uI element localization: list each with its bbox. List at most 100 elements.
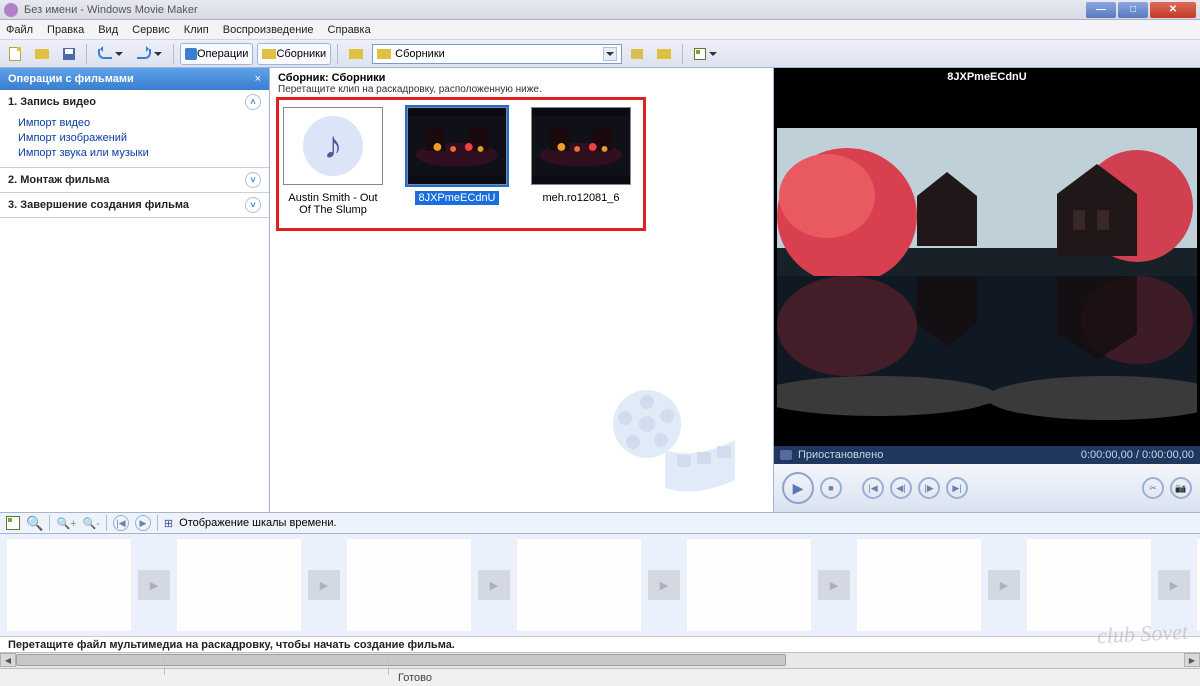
chevron-down-icon — [154, 52, 162, 56]
play-button[interactable]: ▶ — [782, 472, 814, 504]
clip-item-video[interactable]: meh.ro12081_6 — [528, 107, 634, 217]
chevron-down-icon[interactable] — [603, 47, 617, 61]
transition-slot[interactable]: ▶ — [642, 538, 686, 632]
redo-button[interactable] — [132, 43, 167, 65]
save-button[interactable] — [58, 43, 80, 65]
collection-combo[interactable]: Сборники — [372, 44, 622, 64]
status-separator — [388, 657, 389, 675]
task-section-header[interactable]: 3. Завершение создания фильма ˅ — [0, 193, 269, 217]
storyboard-hint: Перетащите файл мультимедиа на раскадров… — [0, 636, 1200, 652]
storyboard-slot[interactable] — [1026, 538, 1152, 632]
maximize-button[interactable]: □ — [1118, 2, 1148, 18]
transition-slot[interactable]: ▶ — [812, 538, 856, 632]
task-section-title: 1. Запись видео — [8, 96, 96, 108]
collections-toggle[interactable]: Сборники — [257, 43, 331, 65]
location-button[interactable] — [344, 43, 368, 65]
next-end-button[interactable]: ▶| — [946, 477, 968, 499]
preview-monitor[interactable] — [774, 86, 1200, 446]
menu-help[interactable]: Справка — [328, 24, 371, 36]
view-button[interactable] — [689, 43, 722, 65]
menu-file[interactable]: Файл — [6, 24, 33, 36]
storyboard-slot[interactable] — [516, 538, 642, 632]
close-button[interactable]: ✕ — [1150, 2, 1196, 18]
chevron-down-icon — [115, 52, 123, 56]
prev-frame-button[interactable]: ◀| — [890, 477, 912, 499]
tasks-label: Операции — [197, 48, 248, 60]
clip-item-audio[interactable]: ♪ Austin Smith - Out Of The Slump — [280, 107, 386, 217]
scroll-left-button[interactable]: ◀ — [0, 653, 16, 667]
app-icon — [4, 3, 18, 17]
expand-icon[interactable]: ˅ — [245, 172, 261, 188]
rewind-icon[interactable]: |◀ — [113, 515, 129, 531]
storyboard-slot[interactable] — [346, 538, 472, 632]
new-button[interactable] — [4, 43, 26, 65]
play-icon: ▶ — [478, 570, 510, 600]
zoom-in-icon[interactable]: 🔍+ — [56, 517, 76, 530]
collection-body[interactable]: ♪ Austin Smith - Out Of The Slump 8JXPme… — [270, 97, 773, 512]
new-folder-button[interactable] — [652, 43, 676, 65]
next-frame-button[interactable]: |▶ — [918, 477, 940, 499]
collections-label: Сборники — [276, 48, 326, 60]
scroll-right-button[interactable]: ▶ — [1184, 653, 1200, 667]
task-section-header[interactable]: 1. Запись видео ˄ — [0, 90, 269, 114]
menubar: Файл Правка Вид Сервис Клип Воспроизведе… — [0, 20, 1200, 40]
transition-slot[interactable]: ▶ — [302, 538, 346, 632]
storyboard[interactable]: ▶ ▶ ▶ ▶ ▶ ▶ ▶ — [0, 534, 1200, 636]
prev-start-button[interactable]: |◀ — [862, 477, 884, 499]
music-note-icon: ♪ — [303, 116, 363, 176]
clip-label: meh.ro12081_6 — [528, 191, 634, 205]
storyboard-slot[interactable] — [1196, 538, 1200, 632]
collapse-icon[interactable]: ˄ — [245, 94, 261, 110]
tasks-toggle[interactable]: Операции — [180, 43, 253, 65]
storyboard-slot[interactable] — [856, 538, 982, 632]
preview-title: 8JXPmeECdnU — [774, 68, 1200, 86]
menu-edit[interactable]: Правка — [47, 24, 84, 36]
play-icon: ▶ — [308, 570, 340, 600]
open-button[interactable] — [30, 43, 54, 65]
clip-item-video[interactable]: 8JXPmeECdnU — [404, 107, 510, 217]
preview-time: 0:00:00,00 / 0:00:00,00 — [1081, 449, 1194, 461]
clip-list: ♪ Austin Smith - Out Of The Slump 8JXPme… — [276, 103, 767, 221]
menu-play[interactable]: Воспроизведение — [223, 24, 314, 36]
titlebar: Без имени - Windows Movie Maker — □ ✕ — [0, 0, 1200, 20]
transition-slot[interactable]: ▶ — [1152, 538, 1196, 632]
search-icon[interactable]: 🔍 — [26, 515, 43, 532]
split-button[interactable]: ✂ — [1142, 477, 1164, 499]
up-level-button[interactable] — [626, 43, 648, 65]
expand-icon[interactable]: ˅ — [245, 197, 261, 213]
play-timeline-icon[interactable]: ▶ — [135, 515, 151, 531]
storyboard-view-icon[interactable] — [6, 516, 20, 530]
chevron-down-icon — [709, 52, 717, 56]
minimize-button[interactable]: — — [1086, 2, 1116, 18]
statusbar: Готово — [0, 668, 1200, 686]
preview-controls: ▶ ■ |◀ ◀| |▶ ▶| ✂ 📷 — [774, 464, 1200, 512]
transition-slot[interactable]: ▶ — [132, 538, 176, 632]
play-icon: ▶ — [1158, 570, 1190, 600]
link-import-images[interactable]: Импорт изображений — [18, 131, 261, 146]
undo-button[interactable] — [93, 43, 128, 65]
menu-clip[interactable]: Клип — [184, 24, 209, 36]
snapshot-button[interactable]: 📷 — [1170, 477, 1192, 499]
play-icon: ▶ — [988, 570, 1020, 600]
menu-tools[interactable]: Сервис — [132, 24, 170, 36]
task-section-header[interactable]: 2. Монтаж фильма ˅ — [0, 168, 269, 192]
transition-slot[interactable]: ▶ — [982, 538, 1026, 632]
transition-slot[interactable]: ▶ — [472, 538, 516, 632]
new-icon — [9, 47, 21, 61]
timeline-view-label[interactable]: Отображение шкалы времени. — [179, 517, 336, 529]
link-import-video[interactable]: Импорт видео — [18, 116, 261, 131]
task-pane-close-icon[interactable]: × — [255, 73, 261, 85]
up-folder-icon — [631, 49, 643, 59]
storyboard-slot[interactable] — [176, 538, 302, 632]
storyboard-slot[interactable] — [6, 538, 132, 632]
status-separator — [164, 657, 165, 675]
zoom-out-icon[interactable]: 🔍- — [83, 517, 100, 530]
storyboard-slot[interactable] — [686, 538, 812, 632]
horizontal-scrollbar[interactable]: ◀ ▶ — [0, 652, 1200, 668]
scrollbar-thumb[interactable] — [16, 654, 786, 666]
timeline-toolbar: 🔍 🔍+ 🔍- |◀ ▶ ⊞ Отображение шкалы времени… — [0, 512, 1200, 534]
link-import-audio[interactable]: Импорт звука или музыки — [18, 146, 261, 161]
menu-view[interactable]: Вид — [98, 24, 118, 36]
timeline-icon[interactable]: ⊞ — [164, 517, 173, 530]
stop-button[interactable]: ■ — [820, 477, 842, 499]
